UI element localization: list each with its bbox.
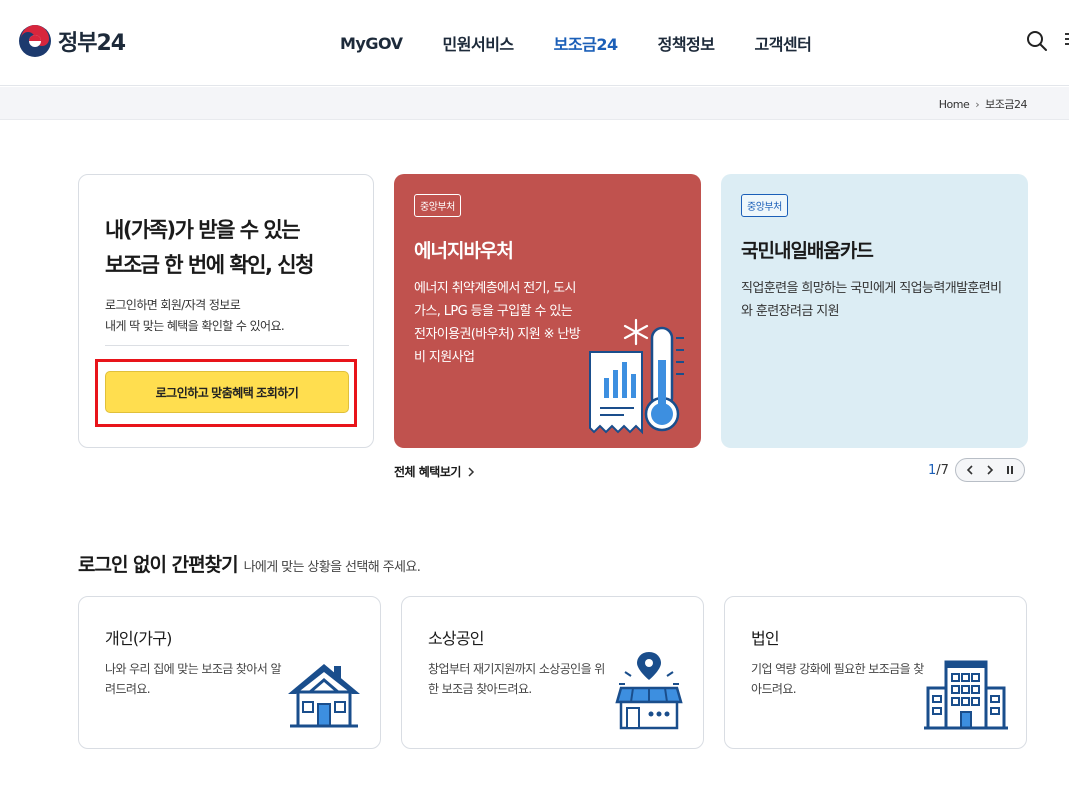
login-card-title: 내(가족)가 받을 수 있는 보조금 한 번에 확인, 신청 xyxy=(105,213,314,283)
login-card-desc: 로그인하면 회원/자격 정보로 내게 딱 맞는 혜택을 확인할 수 있어요. xyxy=(105,295,285,337)
quick-find-card-desc: 창업부터 재기지원까지 소상공인을 위한 보조금 찾아드려요. xyxy=(428,662,605,696)
chevron-right-icon: › xyxy=(975,97,980,111)
breadcrumb-current: 보조금24 xyxy=(985,98,1027,111)
menu-icon xyxy=(1061,33,1069,45)
breadcrumb-home[interactable]: Home xyxy=(939,98,970,111)
quick-find-small-business[interactable]: 소상공인 창업부터 재기지원까지 소상공인을 위한 보조금 찾아드려요. xyxy=(401,596,704,749)
quick-find-individual[interactable]: 개인(가구) 나와 우리 집에 맞는 보조금 찾아서 알려드려요. xyxy=(78,596,381,749)
benefit-card-desc: 직업훈련을 희망하는 국민에게 직업능력개발훈련비와 훈련장려금 지원 xyxy=(741,281,1002,319)
benefit-card-energy-voucher[interactable]: 중앙부처 에너지바우처 에너지 취약계층에서 전기, 도시가스, LPG 등을 … xyxy=(394,174,701,448)
search-icon xyxy=(1027,31,1047,51)
benefit-card-title: 국민내일배움카드 xyxy=(741,240,874,262)
site-logo[interactable]: 정부24 xyxy=(18,24,126,58)
prev-button[interactable] xyxy=(962,462,978,478)
next-button[interactable] xyxy=(982,462,998,478)
nav-subsidy24[interactable]: 보조금24 xyxy=(534,31,638,55)
nav-customer-center[interactable]: 고객센터 xyxy=(734,31,831,55)
page-counter: 1/7 xyxy=(928,463,949,478)
site-header: 정부24 MyGOV 민원서비스 보조금24 정책정보 고객센터 xyxy=(0,0,1069,86)
chevron-right-icon xyxy=(468,466,474,477)
quick-find-card-desc: 기업 역량 강화에 필요한 보조금을 찾아드려요. xyxy=(751,662,924,696)
carousel-pager: 1/7 xyxy=(928,458,1025,482)
benefit-card-naeil-card[interactable]: 중앙부처 국민내일배움카드 직업훈련을 희망하는 국민에게 직업능력개발훈련비와… xyxy=(721,174,1028,448)
menu-button[interactable] xyxy=(1061,30,1069,52)
login-desc-line1: 로그인하면 회원/자격 정보로 xyxy=(105,298,241,312)
view-all-label: 전체 혜택보기 xyxy=(394,465,461,479)
login-title-line1: 내(가족)가 받을 수 있는 xyxy=(105,218,301,242)
login-card: 내(가족)가 받을 수 있는 보조금 한 번에 확인, 신청 로그인하면 회원/… xyxy=(78,174,374,448)
thermometer-chart-icon xyxy=(589,318,684,435)
nav-policy-info[interactable]: 정책정보 xyxy=(638,31,735,55)
search-button[interactable] xyxy=(1024,28,1050,54)
quick-find-card-title: 소상공인 xyxy=(428,629,484,648)
pause-icon xyxy=(1006,466,1013,474)
login-title-line2: 보조금 한 번에 확인, 신청 xyxy=(105,253,314,277)
breadcrumb: Home › 보조금24 xyxy=(939,96,1028,112)
chevron-left-icon xyxy=(966,465,973,475)
view-all-benefits-link[interactable]: 전체 혜택보기 xyxy=(394,463,475,480)
store-icon xyxy=(615,652,683,730)
page-total: 7 xyxy=(940,462,949,478)
nav-mygov[interactable]: MyGOV xyxy=(320,34,423,53)
benefit-card-title: 에너지바우처 xyxy=(414,240,514,262)
login-desc-line2: 내게 딱 맞는 혜택을 확인할 수 있어요. xyxy=(105,319,285,333)
main-nav: MyGOV 민원서비스 보조금24 정책정보 고객센터 xyxy=(320,0,831,86)
logo-text: 정부24 xyxy=(58,31,126,56)
quick-find-heading: 로그인 없이 간편찾기 나에게 맞는 상황을 선택해 주세요. xyxy=(78,550,421,577)
ministry-badge: 중앙부처 xyxy=(741,194,788,217)
quick-find-card-title: 법인 xyxy=(751,629,780,648)
quick-find-card-title: 개인(가구) xyxy=(105,629,172,648)
breadcrumb-bar: Home › 보조금24 xyxy=(0,87,1069,120)
pause-button[interactable] xyxy=(1002,462,1018,478)
carousel-controls xyxy=(954,458,1025,482)
quick-find-corporation[interactable]: 법인 기업 역량 강화에 필요한 보조금을 찾아드려요. xyxy=(724,596,1027,749)
quick-find-card-desc: 나와 우리 집에 맞는 보조금 찾아서 알려드려요. xyxy=(105,662,281,696)
login-benefit-button[interactable]: 로그인하고 맞춤혜택 조회하기 xyxy=(105,371,349,413)
building-icon xyxy=(924,660,1008,730)
ministry-badge: 중앙부처 xyxy=(414,194,461,217)
quick-find-subtitle: 나에게 맞는 상황을 선택해 주세요. xyxy=(243,560,421,575)
house-icon xyxy=(288,664,360,728)
chevron-right-icon xyxy=(987,465,994,475)
benefit-card-desc: 에너지 취약계층에서 전기, 도시가스, LPG 등을 구입할 수 있는 전자이… xyxy=(414,281,581,365)
taegeuk-logo-icon xyxy=(19,25,51,57)
divider xyxy=(105,345,349,346)
quick-find-title: 로그인 없이 간편찾기 xyxy=(78,554,239,576)
nav-civil-service[interactable]: 민원서비스 xyxy=(423,31,534,55)
